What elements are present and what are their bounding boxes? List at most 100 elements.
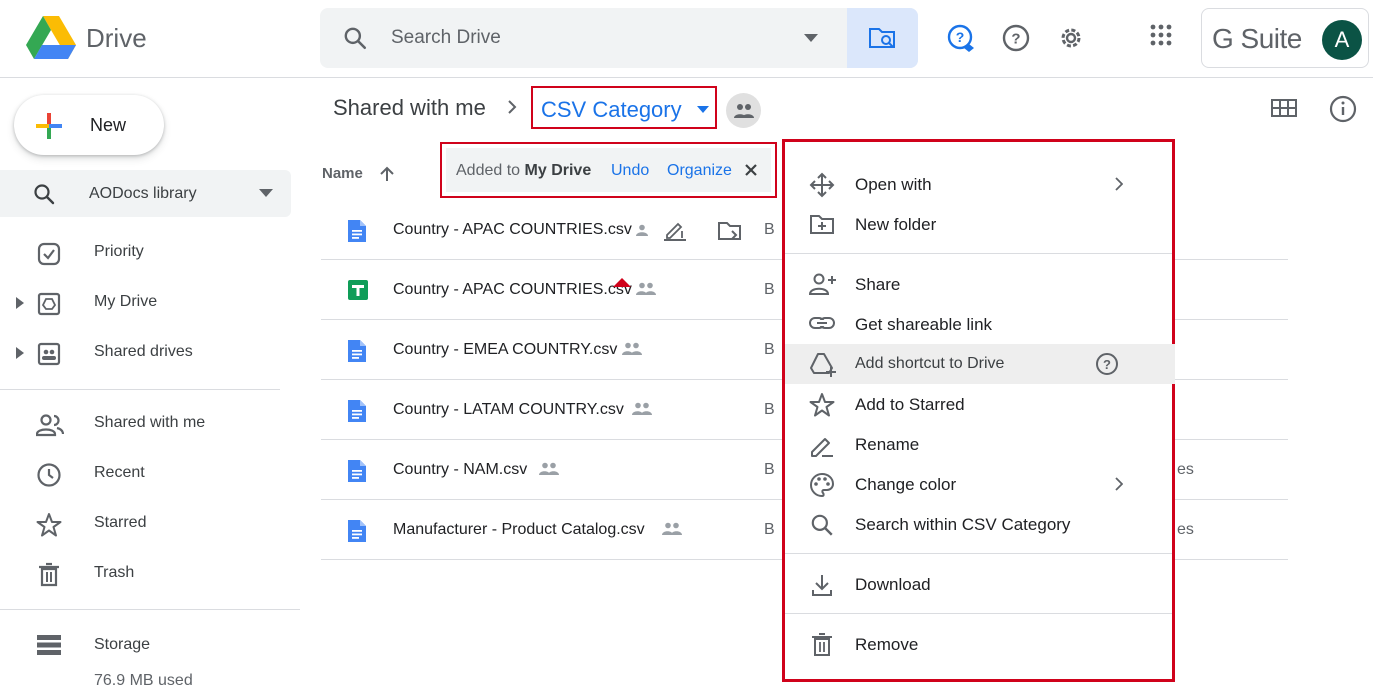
close-icon[interactable] (745, 164, 757, 176)
storage-used-text: 76.9 MB used (94, 672, 193, 689)
svg-text:?: ? (1103, 357, 1111, 372)
added-to-my-drive-toast: Added to My Drive Undo Organize (440, 142, 777, 287)
people-icon (733, 103, 754, 118)
search-input[interactable]: Search Drive (391, 27, 501, 49)
menu-divider (785, 253, 1172, 254)
storage-icon (37, 635, 61, 655)
menu-item-share[interactable]: Share (785, 264, 1172, 304)
sidebar-item-my-drive[interactable]: My Drive (0, 283, 290, 323)
menu-item-label: Get shareable link (855, 315, 993, 334)
search-icon[interactable] (342, 25, 368, 51)
sidebar-item-priority[interactable]: Priority (0, 233, 290, 273)
sidebar-item-starred[interactable]: Starred (0, 504, 290, 544)
gsuite-account-button[interactable]: G Suite A (1201, 8, 1369, 68)
gsuite-label: G Suite (1212, 23, 1302, 54)
rename-icon[interactable] (663, 219, 687, 241)
people-icon (36, 414, 64, 437)
sidebar-item-recent[interactable]: Recent (0, 454, 290, 494)
sidebar-item-label: Trash (94, 564, 135, 581)
clock-icon (37, 463, 61, 487)
breadcrumb-shared-with-me[interactable]: Shared with me (333, 95, 486, 121)
move-to-folder-icon[interactable] (717, 218, 743, 244)
menu-item-change-color[interactable]: Change color (785, 464, 1172, 504)
shared-drives-icon (37, 342, 61, 366)
menu-item-open-with[interactable]: Open with (785, 164, 1172, 204)
menu-item-add-shortcut[interactable]: Add shortcut to Drive ? (785, 344, 1175, 384)
menu-item-remove[interactable]: Remove (785, 624, 1172, 664)
sort-arrow-up-icon[interactable] (377, 164, 397, 184)
menu-item-search-within[interactable]: Search within CSV Category (785, 504, 1172, 544)
top-bar: Drive Search Drive ? ? G Suite A (0, 0, 1373, 78)
drive-logo[interactable]: Drive (26, 16, 147, 60)
add-person-icon (809, 273, 836, 295)
avatar[interactable]: A (1322, 20, 1362, 60)
svg-text:?: ? (956, 29, 965, 45)
chevron-right-icon (1115, 477, 1123, 491)
toast-prefix: Added to (456, 162, 521, 179)
search-options-caret-icon[interactable] (804, 34, 818, 42)
file-owner: B (764, 221, 775, 238)
gear-icon[interactable] (1057, 24, 1085, 52)
sidebar-item-label: Shared with me (94, 414, 206, 431)
sidebar-item-storage[interactable]: Storage (0, 626, 290, 666)
sidebar-item-shared-drives[interactable]: Shared drives (0, 333, 290, 373)
shared-people-icon (539, 462, 559, 475)
sidebar-divider (0, 389, 280, 390)
star-icon (36, 513, 62, 537)
google-sheet-icon (348, 280, 368, 300)
google-doc-icon (348, 220, 366, 242)
trash-icon (812, 633, 832, 656)
menu-item-rename[interactable]: Rename (785, 424, 1172, 464)
toast-undo-button[interactable]: Undo (611, 162, 649, 180)
google-doc-icon (348, 400, 366, 422)
menu-item-download[interactable]: Download (785, 564, 1172, 604)
menu-divider (785, 553, 1172, 554)
context-menu: Open with New folder Share Get shareable (782, 139, 1175, 682)
sidebar-item-label: Shared drives (94, 343, 193, 360)
plus-icon (36, 113, 62, 139)
my-drive-icon (37, 292, 61, 316)
file-owner: B (764, 521, 775, 538)
sidebar-item-trash[interactable]: Trash (0, 554, 290, 594)
sidebar-item-label: Starred (94, 514, 147, 531)
menu-item-label: Change color (855, 475, 957, 494)
grid-view-icon[interactable] (1270, 97, 1298, 119)
shared-people-icon (636, 282, 656, 295)
menu-item-get-shareable-link[interactable]: Get shareable link (785, 304, 1172, 344)
file-name: Manufacturer - Product Catalog.csv (393, 521, 645, 538)
shared-people-icon (622, 342, 642, 355)
menu-item-label: Remove (855, 635, 919, 654)
support-help-icon[interactable]: ? (947, 24, 977, 54)
aodocs-library-label: AODocs library (89, 185, 197, 202)
shared-folder-people-button[interactable] (726, 93, 761, 128)
search-bar[interactable]: Search Drive (320, 8, 918, 68)
shared-people-icon (632, 402, 652, 415)
expand-arrow-icon[interactable] (16, 347, 24, 359)
app-name: Drive (86, 22, 147, 53)
trash-icon (39, 562, 59, 587)
sidebar-item-label: Priority (94, 243, 144, 260)
advanced-search-button[interactable] (847, 8, 918, 68)
apps-grid-icon[interactable] (1150, 24, 1172, 46)
aodocs-library-selector[interactable]: AODocs library (0, 170, 291, 217)
new-button[interactable]: New (14, 95, 164, 155)
file-name: Country - LATAM COUNTRY.csv (393, 401, 624, 418)
menu-item-add-to-starred[interactable]: Add to Starred (785, 384, 1172, 424)
help-icon[interactable]: ? (1002, 24, 1030, 52)
menu-item-label: New folder (855, 215, 937, 234)
toast-organize-button[interactable]: Organize (667, 162, 732, 180)
column-header-name[interactable]: Name (322, 165, 363, 182)
breadcrumb-current-folder[interactable]: CSV Category (531, 86, 717, 129)
row-partial-text: es (1177, 521, 1194, 538)
sidebar-item-label: Storage (94, 636, 151, 653)
file-owner: B (764, 401, 775, 418)
menu-item-new-folder[interactable]: New folder (785, 204, 1172, 244)
sidebar-divider (0, 609, 300, 610)
help-icon[interactable]: ? (1095, 352, 1119, 376)
info-icon[interactable] (1329, 95, 1357, 123)
expand-arrow-icon[interactable] (16, 297, 24, 309)
chevron-right-icon (1115, 177, 1123, 191)
add-shortcut-icon (810, 353, 836, 377)
sidebar-item-shared-with-me[interactable]: Shared with me (0, 404, 290, 444)
file-name: Country - EMEA COUNTRY.csv (393, 341, 618, 358)
